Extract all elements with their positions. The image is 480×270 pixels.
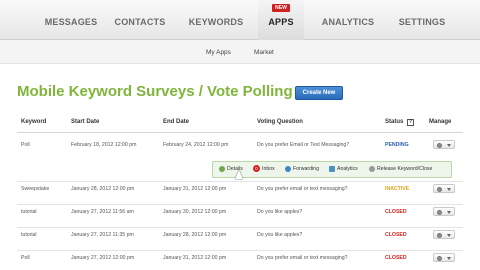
row-actions-menu: Details 0 Inbox Forwarding Analytics Rele… <box>212 161 452 178</box>
gear-icon <box>437 232 442 238</box>
action-release-label: Release Keyword/Close <box>377 166 433 172</box>
chevron-down-icon <box>447 188 451 191</box>
table-row: Poll January 27, 2012 12:00 pm January 3… <box>0 250 480 270</box>
header-end-date: End Date <box>163 119 190 125</box>
action-release[interactable]: Release Keyword/Close <box>369 162 432 177</box>
cell-end-date: January 31, 2012 12:00 pm <box>163 255 227 261</box>
cell-keyword: Sweepstake <box>21 186 50 192</box>
cell-keyword: Poll <box>21 142 30 148</box>
gear-icon <box>437 209 442 215</box>
cell-keyword: tutorial <box>21 209 37 215</box>
cell-question: Do you like apples? <box>257 209 303 215</box>
chart-icon <box>329 165 335 172</box>
new-badge: NEW <box>272 4 290 12</box>
cell-question: Do you prefer email or text messaging? <box>257 186 348 192</box>
action-forwarding[interactable]: Forwarding <box>285 162 319 177</box>
cell-question: Do you prefer Email or Text Messaging? <box>257 142 350 148</box>
action-inbox-label: Inbox <box>262 166 275 172</box>
release-icon <box>369 165 375 172</box>
header-manage: Manage <box>429 119 452 125</box>
header-start-date: Start Date <box>71 119 100 125</box>
nav-analytics[interactable]: ANALYTICS <box>316 0 380 40</box>
details-icon <box>219 165 225 172</box>
sub-navigation: My Apps Market <box>0 40 480 64</box>
cell-end-date: January 30, 2012 12:00 pm <box>163 209 227 215</box>
header-status: Status ? <box>385 119 415 126</box>
gear-icon <box>437 186 442 192</box>
manage-dropdown[interactable] <box>433 253 455 262</box>
cell-start-date: January 28, 2012 12:00 pm <box>71 186 135 192</box>
forward-icon <box>285 165 291 172</box>
manage-dropdown[interactable] <box>433 230 455 239</box>
header-divider <box>17 132 463 133</box>
nav-keywords[interactable]: KEYWORDS <box>176 0 256 40</box>
top-navigation: MESSAGES CONTACTS KEYWORDS APPS NEW ANAL… <box>0 0 480 40</box>
status-badge: CLOSED <box>385 232 407 238</box>
row-divider <box>17 204 463 205</box>
action-inbox[interactable]: 0 Inbox <box>253 162 275 177</box>
subnav-my-apps[interactable]: My Apps <box>206 40 231 64</box>
gear-icon <box>437 255 442 261</box>
status-badge: CLOSED <box>385 255 407 261</box>
row-divider <box>17 227 463 228</box>
action-analytics-label: Analytics <box>337 166 358 172</box>
chevron-down-icon <box>447 211 451 214</box>
header-voting-question: Voting Question <box>257 119 303 125</box>
status-badge: CLOSED <box>385 209 407 215</box>
action-forwarding-label: Forwarding <box>293 166 319 172</box>
nav-contacts[interactable]: CONTACTS <box>100 0 180 40</box>
cell-start-date: January 27, 2012 11:35 pm <box>71 232 134 238</box>
cell-end-date: January 31, 2012 12:00 pm <box>163 186 227 192</box>
help-icon[interactable]: ? <box>407 119 415 126</box>
status-badge: INACTIVE <box>385 186 410 192</box>
cell-keyword: tutorial <box>21 232 37 238</box>
manage-dropdown[interactable] <box>433 140 455 149</box>
chevron-down-icon <box>447 257 451 260</box>
chevron-down-icon <box>447 144 451 147</box>
gear-icon <box>437 142 442 148</box>
nav-settings[interactable]: SETTINGS <box>390 0 454 40</box>
cell-end-date: January 28, 2012 12:00 pm <box>163 232 227 238</box>
subnav-market[interactable]: Market <box>254 40 274 64</box>
cell-end-date: February 24, 2012 12:00 pm <box>163 142 229 148</box>
cursor-icon <box>235 170 243 179</box>
row-divider <box>17 181 463 182</box>
cell-start-date: January 27, 2012 12:00 pm <box>71 255 135 261</box>
page-title: Mobile Keyword Surveys / Vote Polling <box>17 83 293 100</box>
header-keyword: Keyword <box>21 119 47 125</box>
status-badge: PENDING <box>385 142 409 148</box>
manage-dropdown[interactable] <box>433 207 455 216</box>
create-new-button[interactable]: Create New <box>295 86 343 100</box>
cell-start-date: January 27, 2012 11:56 am <box>71 209 134 215</box>
row-divider <box>17 250 463 251</box>
cell-question: Do you like apples? <box>257 232 303 238</box>
chevron-down-icon <box>447 234 451 237</box>
cell-question: Do you prefer email or text messaging? <box>257 255 348 261</box>
cell-start-date: February 18, 2012 12:00 pm <box>71 142 137 148</box>
manage-dropdown[interactable] <box>433 184 455 193</box>
inbox-count-badge: 0 <box>253 165 260 173</box>
header-status-label: Status <box>385 119 404 125</box>
action-analytics[interactable]: Analytics <box>329 162 358 177</box>
cell-keyword: Poll <box>21 255 30 261</box>
